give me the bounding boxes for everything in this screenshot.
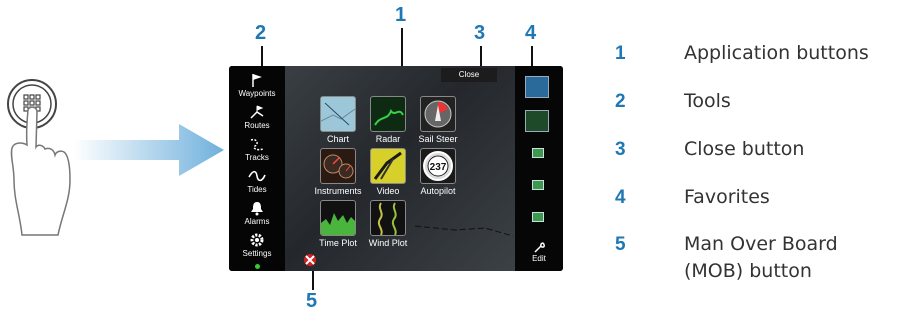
chart-app-icon: [320, 96, 356, 132]
app-label: Instruments: [314, 186, 362, 196]
legend-text: Application buttons: [684, 42, 869, 64]
app-area: Close Chart Radar Sail Steer Instruments…: [285, 66, 515, 271]
favorite-item[interactable]: [532, 212, 544, 222]
sail-steer-app-icon: [420, 96, 456, 132]
tool-label: Settings: [242, 249, 272, 258]
app-time-plot[interactable]: Time Plot: [313, 200, 363, 248]
legend-num: 3: [615, 139, 626, 160]
callout-4: 4: [525, 22, 537, 44]
app-label: Sail Steer: [418, 134, 458, 144]
tools-sidebar: Waypoints Routes Tracks Tides Alarms Set…: [229, 66, 285, 271]
tool-routes[interactable]: Routes: [229, 104, 285, 130]
legend-text: Man Over Board (MOB) button: [684, 233, 838, 282]
favorite-item[interactable]: [532, 180, 544, 190]
device-screen: Waypoints Routes Tracks Tides Alarms Set…: [229, 66, 563, 271]
hand-pressing-icon: [7, 79, 71, 236]
status-dot: [255, 264, 260, 269]
tool-alarms[interactable]: Alarms: [229, 200, 285, 226]
tool-tides[interactable]: Tides: [229, 168, 285, 194]
app-label: Radar: [375, 134, 401, 144]
edit-label: Edit: [532, 254, 546, 263]
legend-num: 4: [615, 187, 626, 208]
legend-text: Close button: [684, 138, 805, 160]
time-plot-app-icon: [320, 200, 356, 236]
favorite-chart-radar[interactable]: [525, 76, 549, 98]
legend-text: Tools: [684, 90, 731, 112]
app-radar[interactable]: Radar: [363, 96, 413, 144]
app-instruments[interactable]: Instruments: [313, 148, 363, 196]
tool-settings[interactable]: Settings: [229, 232, 285, 258]
bell-icon: [251, 202, 263, 216]
legend-num: 2: [615, 91, 626, 112]
app-chart[interactable]: Chart: [313, 96, 363, 144]
tool-label: Alarms: [244, 217, 270, 226]
tool-label: Routes: [244, 121, 270, 130]
app-autopilot[interactable]: 237 Autopilot: [413, 148, 463, 196]
autopilot-app-icon: 237: [420, 148, 456, 184]
tool-label: Tides: [247, 185, 267, 194]
callout-2: 2: [255, 22, 267, 44]
favorite-chart-radar-2[interactable]: [525, 110, 549, 132]
callout-3: 3: [474, 22, 486, 44]
favorites-bar: Edit: [515, 66, 563, 271]
tool-label: Tracks: [245, 153, 269, 162]
instruments-app-icon: [320, 148, 356, 184]
legend-num: 5: [615, 234, 626, 255]
callout-1: 1: [395, 4, 407, 26]
mob-icon: [304, 254, 316, 266]
legend-num: 1: [615, 43, 626, 64]
tracks-icon: [250, 138, 264, 151]
autopilot-heading-value: 237: [430, 162, 447, 173]
tool-label: Waypoints: [238, 89, 276, 98]
close-button[interactable]: Close: [441, 68, 497, 82]
app-label: Wind Plot: [368, 238, 408, 248]
app-wind-plot[interactable]: Wind Plot: [363, 200, 413, 248]
tool-tracks[interactable]: Tracks: [229, 136, 285, 162]
routes-icon: [250, 105, 264, 119]
app-label: Time Plot: [319, 238, 357, 248]
gear-icon: [250, 233, 264, 247]
app-video[interactable]: Video: [363, 148, 413, 196]
wind-plot-app-icon: [370, 200, 406, 236]
callout-5: 5: [306, 290, 318, 312]
tool-waypoints[interactable]: Waypoints: [229, 72, 285, 98]
video-app-icon: [370, 148, 406, 184]
app-sail-steer[interactable]: Sail Steer: [413, 96, 463, 144]
legend-text: Favorites: [684, 186, 770, 208]
background-track: [415, 225, 514, 237]
arrow-icon: [74, 124, 224, 176]
app-label: Chart: [326, 134, 349, 144]
flag-icon: [252, 74, 262, 87]
app-label: Autopilot: [420, 186, 456, 196]
callout-5-leader: [312, 268, 314, 290]
app-label: Video: [376, 186, 400, 196]
wrench-icon: [534, 242, 545, 253]
tides-icon: [248, 170, 266, 182]
favorite-item[interactable]: [532, 148, 544, 158]
radar-app-icon: [370, 96, 406, 132]
edit-button[interactable]: Edit: [515, 242, 563, 263]
mob-button[interactable]: [303, 252, 317, 266]
